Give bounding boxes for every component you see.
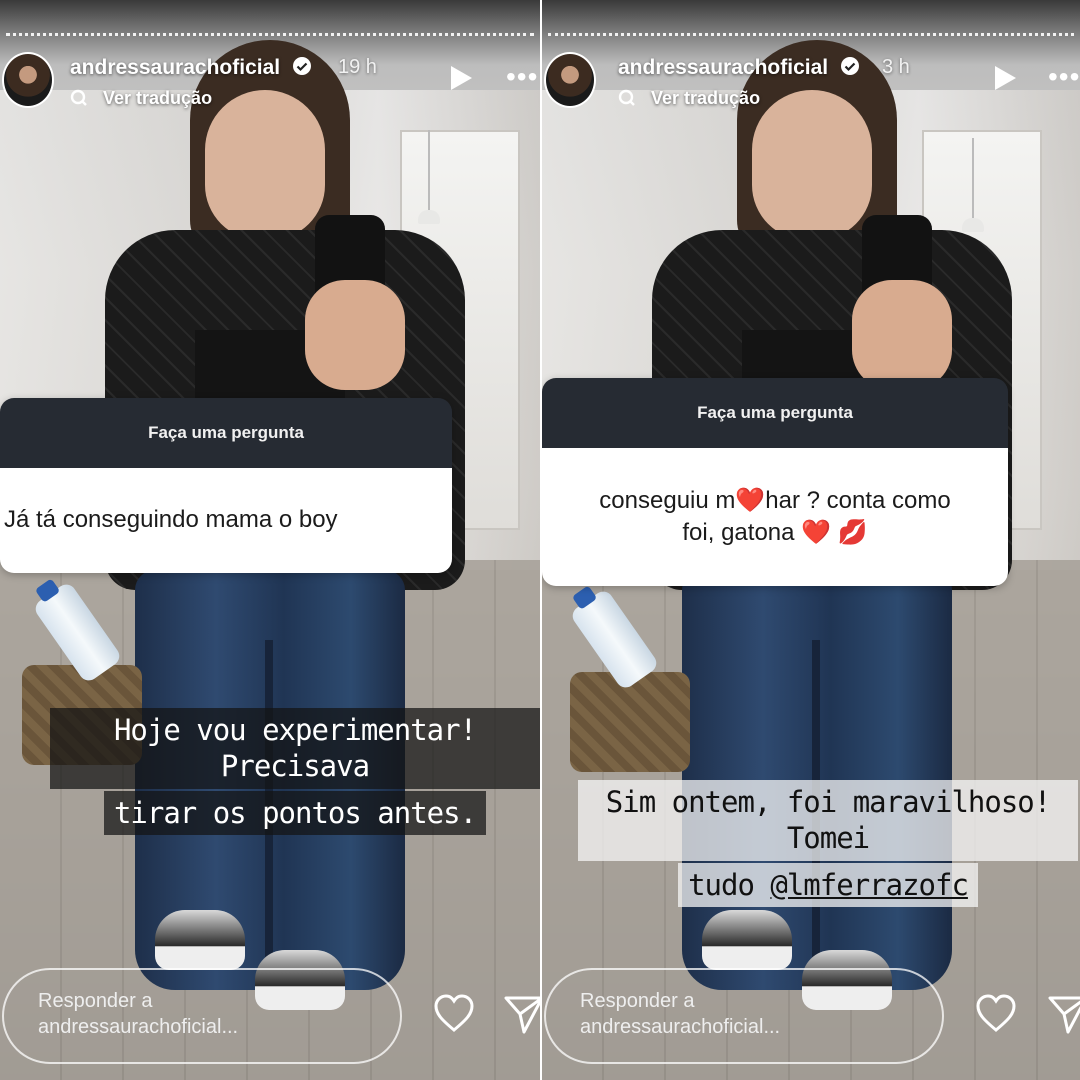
play-icon[interactable] [448,64,474,92]
caption-line-1: Sim ontem, foi maravilhoso! Tomei [578,780,1078,861]
heart-icon[interactable] [974,992,1018,1036]
verified-badge-icon [292,57,311,75]
more-options-icon[interactable]: ••• [506,63,538,91]
story-caption: Hoje vou experimentar! Precisava tirar o… [50,708,540,835]
translate-link[interactable]: Ver tradução [70,88,212,109]
translate-icon [70,89,87,106]
send-icon[interactable] [1046,992,1080,1036]
question-sticker: Faça uma pergunta Já tá conseguindo mama… [0,398,452,573]
more-options-icon[interactable]: ••• [1048,63,1080,91]
username[interactable]: andressaurachoficial [70,56,312,80]
question-sticker: Faça uma pergunta conseguiu m❤️har ? con… [542,378,1008,586]
question-header: Faça uma pergunta [542,378,1008,448]
translate-link[interactable]: Ver tradução [618,88,760,109]
story-header: andressaurachoficial 19 h Ver tradução •… [0,52,540,112]
send-icon[interactable] [502,992,540,1036]
play-icon[interactable] [992,64,1018,92]
question-header: Faça uma pergunta [0,398,452,468]
avatar[interactable] [2,52,54,108]
story-right: andressaurachoficial 3 h Ver tradução ••… [540,0,1080,1080]
translate-icon [618,89,635,106]
caption-line-2: tudo @lmferrazofc [678,862,978,907]
story-header: andressaurachoficial 3 h Ver tradução ••… [542,52,1080,112]
username[interactable]: andressaurachoficial [618,56,860,80]
stories-comparison: andressaurachoficial 19 h Ver tradução •… [0,0,1080,1080]
story-progress-bar [6,33,534,36]
mention-link[interactable]: @lmferrazofc [770,868,969,902]
story-time: 19 h [338,56,377,78]
question-text: Já tá conseguindo mama o boy [0,468,452,573]
story-progress-bar [548,33,1074,36]
reply-input[interactable]: Responder a andressaurachoficial... [544,968,944,1064]
question-text: conseguiu m❤️har ? conta como foi, gaton… [542,448,1008,586]
heart-icon[interactable] [432,992,476,1036]
caption-line-1: Hoje vou experimentar! Precisava [50,708,540,789]
reply-input[interactable]: Responder a andressaurachoficial... [2,968,402,1064]
story-left: andressaurachoficial 19 h Ver tradução •… [0,0,540,1080]
story-time: 3 h [882,56,910,78]
avatar[interactable] [544,52,596,108]
verified-badge-icon [840,57,859,75]
handbag [570,672,690,772]
caption-line-2: tirar os pontos antes. [103,790,487,835]
story-caption: Sim ontem, foi maravilhoso! Tomei tudo @… [578,780,1078,907]
